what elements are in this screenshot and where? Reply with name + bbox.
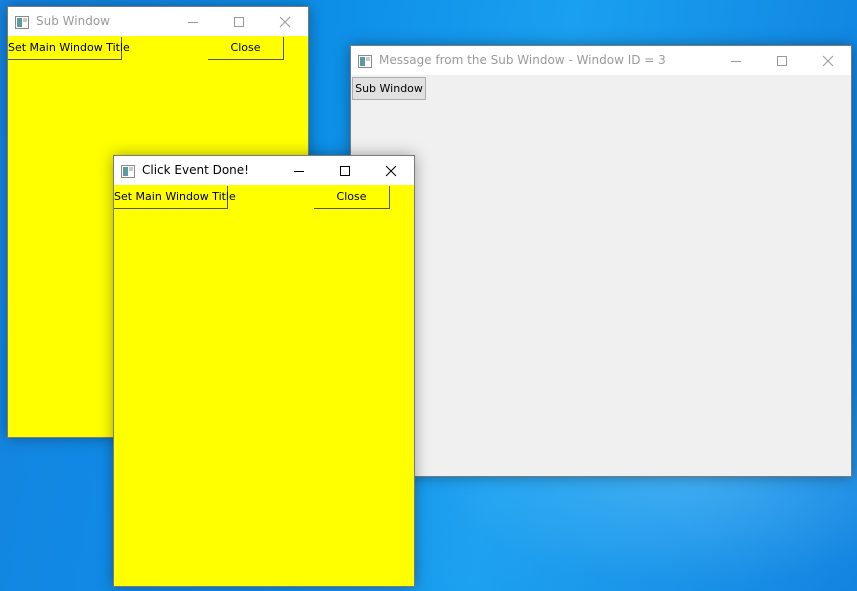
sub-window-button[interactable]: Sub Window [352,77,426,100]
maximize-button[interactable] [216,7,262,36]
main-window: Message from the Sub Window - Window ID … [350,45,852,477]
minimize-icon [294,171,304,172]
qt-app-icon [358,53,372,68]
close-window-button[interactable] [805,46,851,75]
set-main-window-title-button[interactable]: Set Main Window Title [8,37,130,60]
close-button[interactable]: Close [208,37,284,60]
sub-window-back-title: Sub Window [36,14,110,28]
main-window-client: Sub Window [351,75,851,476]
minimize-icon [731,61,741,62]
close-icon [385,165,397,177]
close-icon [279,16,291,28]
sub-window-front-titlebar[interactable]: Click Event Done! [114,156,414,185]
maximize-button[interactable] [759,46,805,75]
close-window-button[interactable] [368,156,414,185]
sub-window-back-titlebar[interactable]: Sub Window [8,7,308,36]
close-window-button[interactable] [262,7,308,36]
minimize-button[interactable] [713,46,759,75]
maximize-button[interactable] [322,156,368,185]
maximize-icon [234,17,244,27]
main-window-title: Message from the Sub Window - Window ID … [379,53,666,67]
set-main-window-title-button[interactable]: Set Main Window Title [114,186,236,209]
main-window-titlebar[interactable]: Message from the Sub Window - Window ID … [351,46,851,75]
sub-window-front: Click Event Done! Set Main Window Title … [113,155,415,587]
maximize-icon [340,166,350,176]
minimize-icon [188,22,198,23]
sub-window-front-client: Set Main Window Title Close [114,185,414,586]
close-button[interactable]: Close [314,186,390,209]
minimize-button[interactable] [170,7,216,36]
minimize-button[interactable] [276,156,322,185]
maximize-icon [777,56,787,66]
qt-app-icon [121,163,135,178]
qt-app-icon [15,14,29,29]
close-icon [822,55,834,67]
sub-window-front-title: Click Event Done! [142,163,249,177]
